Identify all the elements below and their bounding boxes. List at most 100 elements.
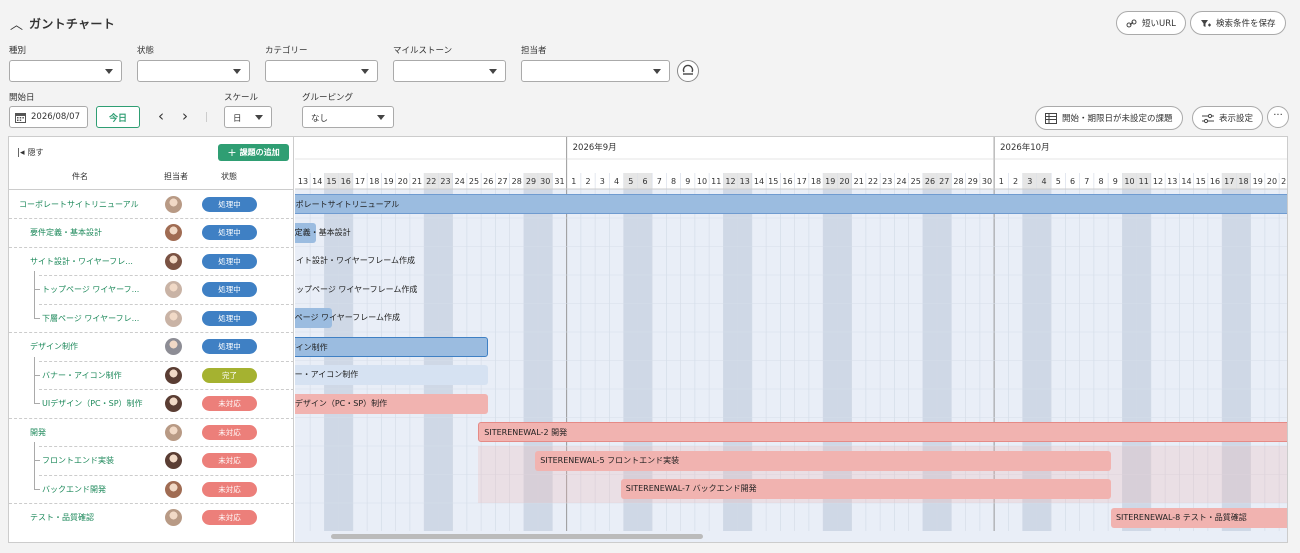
day-label: 16	[1210, 177, 1220, 186]
day-label: 14	[312, 177, 322, 186]
table-row[interactable]: UIデザイン（PC・SP）制作 未対応	[9, 389, 294, 418]
day-label: 24	[896, 177, 906, 186]
avatar	[165, 309, 182, 327]
table-row[interactable]: サイト設計・ワイヤーフレ... 処理中	[9, 247, 294, 276]
issue-link[interactable]: バックエンド開発	[42, 484, 106, 495]
day-label: 26	[925, 177, 935, 186]
avatar	[165, 395, 182, 412]
day-label: 25	[911, 177, 921, 186]
short-url-button[interactable]: 短いURL	[1116, 11, 1186, 35]
day-label: 6	[1070, 177, 1075, 186]
gantt-bar[interactable]: SITERENEWAL-7 バックエンド開発	[620, 479, 1111, 499]
tree-connector	[34, 403, 40, 404]
issue-link[interactable]: コーポレートサイトリニューアル	[19, 199, 139, 210]
issue-link[interactable]: テスト・品質確認	[30, 512, 94, 523]
caret-down-icon	[255, 115, 263, 120]
day-label: 13	[1167, 177, 1177, 186]
day-label: 1	[999, 177, 1004, 186]
day-label: 18	[1238, 177, 1248, 186]
month-label: 2026年10月	[1000, 142, 1049, 153]
table-row[interactable]: バックエンド開発 未対応	[9, 475, 294, 504]
issue-link[interactable]: デザイン制作	[30, 341, 78, 352]
day-label: 20	[1267, 177, 1277, 186]
status-select[interactable]	[137, 60, 250, 82]
add-issue-button[interactable]: + 課題の追加	[218, 144, 289, 161]
weekend-column	[438, 189, 453, 531]
table-row[interactable]: フロントエンド実装 未対応	[9, 446, 294, 475]
day-label: 22	[868, 177, 878, 186]
gantt-bar[interactable]: SITERENEWAL-5 フロントエンド実装	[535, 450, 1111, 471]
avatar	[165, 423, 182, 441]
table-row[interactable]: 下層ページ ワイヤーフレ... 処理中	[9, 304, 294, 333]
reset-filter-button[interactable]	[677, 60, 699, 82]
caret-down-icon	[105, 69, 113, 74]
day-label: 19	[1253, 177, 1263, 186]
chevron-up-icon[interactable]: ︿	[10, 14, 23, 33]
table-row[interactable]: 要件定義・基本設計 処理中	[9, 218, 294, 247]
table-row[interactable]: バナー・アイコン制作 完了	[9, 361, 294, 390]
gantt-bar[interactable]: イト設計・ワイヤーフレーム作成	[295, 251, 415, 271]
day-label: 11	[711, 177, 721, 186]
gantt-bar[interactable]: UIデザイン（PC・SP）制作	[295, 393, 489, 414]
day-label: 21	[412, 177, 422, 186]
table-row[interactable]: デザイン制作 処理中	[9, 332, 294, 361]
milestone-select[interactable]	[393, 60, 506, 82]
gantt-panel: |◂ 隠す + 課題の追加 件名 担当者 状態 コーポレートサイトリニューアル処…	[8, 136, 1288, 543]
bar-label: 件定義・基本設計	[295, 227, 351, 237]
gantt-bar[interactable]: ザイン制作	[295, 336, 489, 357]
gantt-bar[interactable]: ップページ ワイヤーフレーム作成	[295, 280, 417, 300]
prev-arrow-icon[interactable]: ‹	[158, 107, 164, 125]
issue-link[interactable]: 開発	[30, 427, 46, 438]
issue-link[interactable]: 要件定義・基本設計	[30, 227, 102, 238]
table-row[interactable]: コーポレートサイトリニューアル 処理中	[9, 190, 294, 219]
issue-link[interactable]: トップページ ワイヤーフ...	[42, 284, 139, 295]
avatar	[165, 195, 182, 213]
gantt-bar[interactable]: ナー・アイコン制作	[295, 365, 489, 385]
table-icon	[1045, 112, 1057, 124]
day-label: 25	[469, 177, 479, 186]
grouping-label: グルーピング	[302, 93, 354, 103]
avatar	[165, 252, 182, 270]
gantt-bar[interactable]: SITERENEWAL-2 開発	[478, 422, 1287, 442]
next-arrow-icon[interactable]: ›	[182, 107, 188, 125]
day-label: 29	[526, 177, 536, 186]
grouping-select[interactable]: なし	[302, 106, 394, 128]
issue-link[interactable]: フロントエンド実装	[42, 455, 114, 466]
gantt-bar[interactable]: 件定義・基本設計	[295, 222, 351, 243]
issue-link[interactable]: サイト設計・ワイヤーフレ...	[30, 256, 133, 267]
save-search-button[interactable]: 検索条件を保存	[1190, 11, 1286, 35]
today-button[interactable]: 今日	[96, 106, 140, 128]
month-label: 2026年9月	[573, 142, 617, 153]
more-icon[interactable]: ···	[1267, 106, 1289, 128]
scale-select[interactable]: 日	[224, 106, 272, 128]
day-label: 30	[982, 177, 992, 186]
plus-icon: +	[227, 146, 237, 159]
unset-issues-button[interactable]: 開始・期限日が未設定の課題	[1035, 106, 1183, 130]
page-header: ︿ ガントチャート	[10, 12, 115, 34]
gantt-bar[interactable]: ーポレートサイトリニューアル	[295, 194, 1287, 214]
collapse-left-icon: |◂	[17, 147, 25, 158]
display-settings-button[interactable]: 表示設定	[1192, 106, 1264, 130]
issue-link[interactable]: 下層ページ ワイヤーフレ...	[42, 313, 139, 324]
start-date-input[interactable]: 2026/08/07	[9, 106, 88, 128]
avatar	[165, 281, 182, 298]
issue-link[interactable]: バナー・アイコン制作	[42, 370, 122, 381]
gantt-bar[interactable]: 層ページ ワイヤーフレーム作成	[295, 308, 400, 328]
filter-label-type: 種別	[9, 46, 27, 56]
type-select[interactable]	[9, 60, 122, 82]
bar-label: ップページ ワイヤーフレーム作成	[296, 284, 418, 294]
hide-button[interactable]: |◂ 隠す	[17, 147, 44, 158]
table-row[interactable]: トップページ ワイヤーフ... 処理中	[9, 275, 294, 304]
day-label: 23	[440, 177, 450, 186]
category-select[interactable]	[265, 60, 378, 82]
bar-label: ーポレートサイトリニューアル	[295, 200, 400, 209]
table-row[interactable]: テスト・品質確認 未対応	[9, 503, 294, 532]
issue-link[interactable]: UIデザイン（PC・SP）制作	[42, 398, 143, 409]
horizontal-scrollbar[interactable]	[331, 534, 703, 539]
table-row[interactable]: 開発 未対応	[9, 418, 294, 447]
column-header-assignee: 担当者	[164, 172, 188, 181]
gantt-bar[interactable]: SITERENEWAL-8 テスト・品質確認	[1110, 507, 1287, 528]
status-badge: 処理中	[202, 339, 257, 354]
day-label: 2	[585, 177, 590, 186]
assignee-select[interactable]	[521, 60, 670, 82]
